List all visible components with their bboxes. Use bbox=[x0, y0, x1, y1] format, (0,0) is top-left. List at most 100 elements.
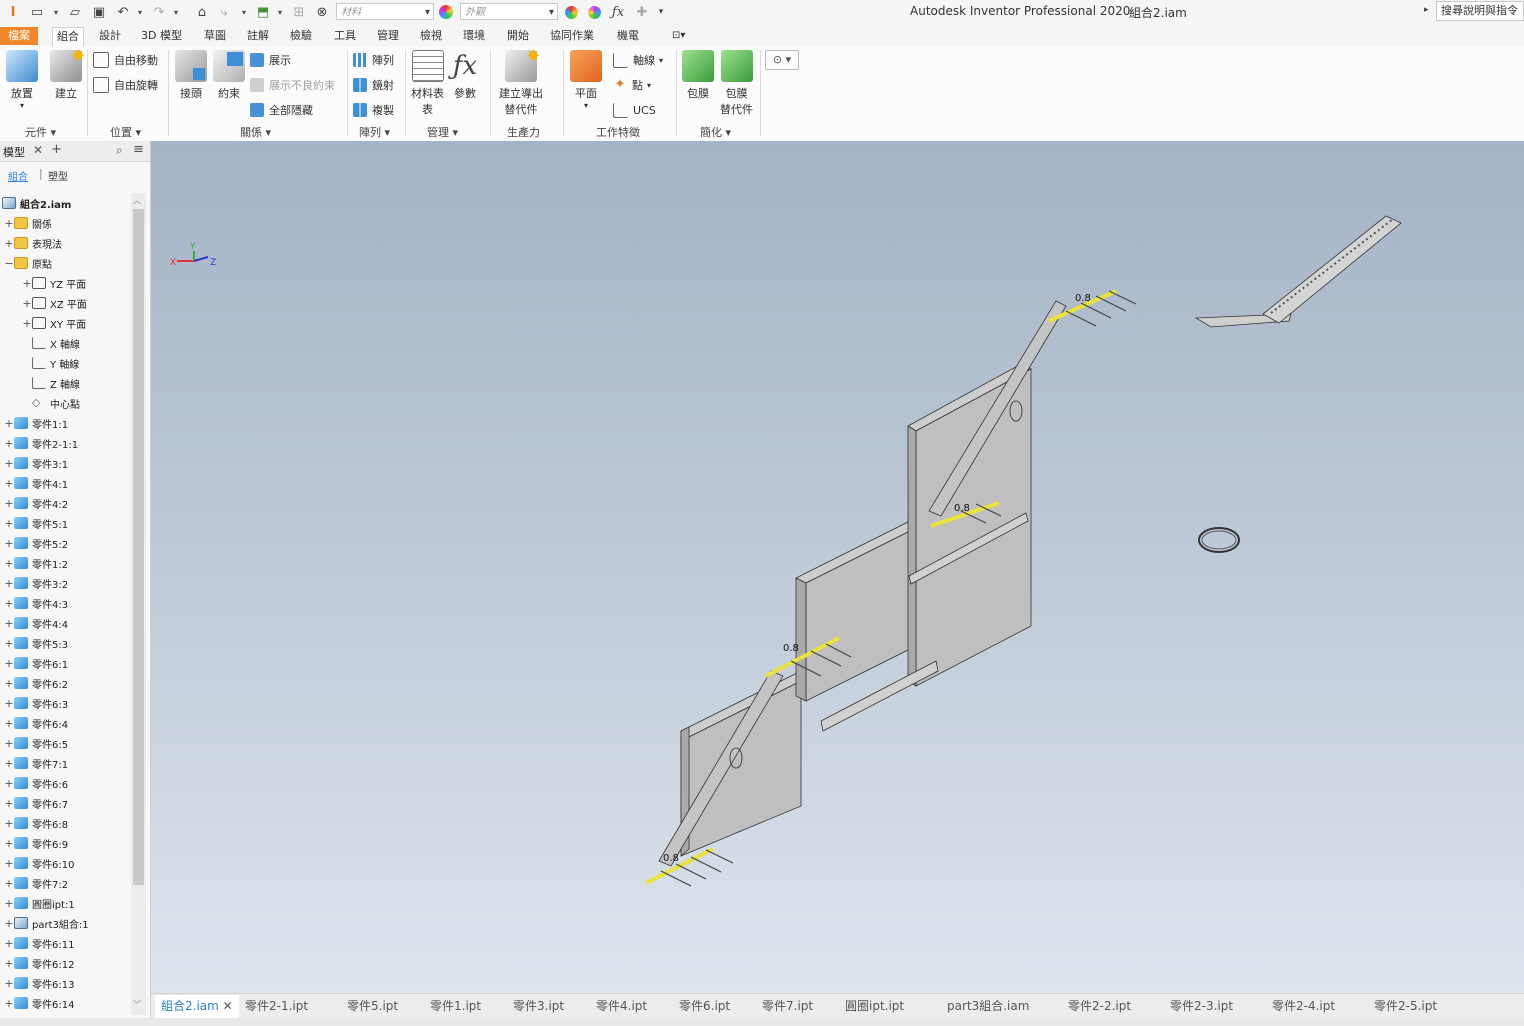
free-rotate-button[interactable]: 自由旋轉 bbox=[93, 75, 158, 95]
tree-item[interactable]: + XZ 平面 bbox=[22, 293, 87, 313]
tree-item[interactable]: Y 軸線 bbox=[22, 353, 79, 373]
expand-icon[interactable]: + bbox=[4, 537, 14, 550]
expand-icon[interactable]: + bbox=[4, 937, 14, 950]
document-tab[interactable]: 零件2-4.ipt bbox=[1266, 995, 1341, 1018]
expand-icon[interactable]: + bbox=[4, 757, 14, 770]
tab-get-started[interactable]: 開始 bbox=[505, 27, 531, 45]
expand-icon[interactable]: + bbox=[22, 317, 32, 330]
tree-item[interactable]: + 關係 bbox=[4, 213, 52, 233]
document-tab[interactable]: 零件3.ipt bbox=[507, 995, 570, 1018]
tree-item[interactable]: + 零件5:3 bbox=[4, 633, 68, 653]
create-substitute-button[interactable]: ✸ 建立導出 替代件 bbox=[499, 46, 543, 117]
document-tab[interactable]: part3組合.iam bbox=[941, 995, 1035, 1018]
tree-item[interactable]: + 零件3:2 bbox=[4, 573, 68, 593]
tree-item[interactable]: Z 軸線 bbox=[22, 373, 80, 393]
clear-appearance-icon[interactable] bbox=[585, 3, 603, 21]
show-sick-button[interactable]: 展示不良約束 bbox=[250, 75, 335, 95]
expand-icon[interactable]: + bbox=[4, 597, 14, 610]
document-tab[interactable]: 零件1.ipt bbox=[424, 995, 487, 1018]
close-icon[interactable]: ✕ bbox=[219, 999, 233, 1013]
tree-item[interactable]: + 零件6:11 bbox=[4, 933, 74, 953]
expand-icon[interactable]: + bbox=[4, 837, 14, 850]
tree-item[interactable]: − 原點 bbox=[4, 253, 52, 273]
plus-icon[interactable]: ✚ bbox=[634, 3, 650, 21]
tree-item[interactable]: ◇ 中心點 bbox=[22, 393, 80, 413]
expand-icon[interactable]: + bbox=[4, 437, 14, 450]
expand-icon[interactable]: + bbox=[4, 657, 14, 670]
document-tab[interactable]: 零件7.ipt bbox=[756, 995, 819, 1018]
redo-icon[interactable]: ↷ bbox=[150, 3, 168, 21]
help-search-input[interactable]: 搜尋說明與指令 bbox=[1436, 1, 1524, 21]
tab-annotate[interactable]: 註解 bbox=[245, 27, 271, 45]
tree-item[interactable]: + 零件1:1 bbox=[4, 413, 68, 433]
expand-icon[interactable]: + bbox=[22, 277, 32, 290]
appearance-combo[interactable]: 外觀 ▾ bbox=[460, 3, 558, 20]
panel-label-relationships[interactable]: 關係 ▾ bbox=[240, 124, 271, 140]
add-tab-icon[interactable]: + bbox=[51, 142, 62, 157]
expand-icon[interactable]: + bbox=[4, 997, 14, 1010]
browser-scrollbar[interactable]: ︿ ﹀ bbox=[131, 193, 146, 1015]
fx-icon[interactable]: ƒx bbox=[609, 3, 627, 21]
tree-item[interactable]: + 零件6:6 bbox=[4, 773, 68, 793]
expand-icon[interactable]: + bbox=[4, 617, 14, 630]
chevron-down-icon[interactable]: ▾ bbox=[274, 3, 286, 21]
expand-icon[interactable]: + bbox=[4, 557, 14, 570]
tree-item[interactable]: + 零件5:1 bbox=[4, 513, 68, 533]
panel-label-position[interactable]: 位置 ▾ bbox=[110, 124, 141, 140]
tree-item[interactable]: + 零件3:1 bbox=[4, 453, 68, 473]
tab-modeling-view[interactable]: 塑型 bbox=[48, 168, 68, 183]
view-triad[interactable]: X Y Z bbox=[170, 242, 216, 268]
update-icon[interactable]: ⬒ bbox=[254, 3, 272, 21]
close-icon[interactable]: ✕ bbox=[33, 143, 43, 157]
tree-item[interactable]: + 表現法 bbox=[4, 233, 62, 253]
document-tab[interactable]: 零件6.ipt bbox=[673, 995, 736, 1018]
parameters-button[interactable]: ƒx 參數 bbox=[449, 50, 481, 101]
save-icon[interactable]: ▣ bbox=[90, 3, 108, 21]
panel-label-pattern[interactable]: 陣列 ▾ bbox=[359, 124, 390, 140]
tree-item[interactable]: + 零件4:4 bbox=[4, 613, 68, 633]
chevron-down-icon[interactable]: ▾ bbox=[134, 3, 146, 21]
tree-item[interactable]: + 零件5:2 bbox=[4, 533, 68, 553]
expand-icon[interactable]: + bbox=[4, 677, 14, 690]
expand-icon[interactable]: + bbox=[4, 877, 14, 890]
plane-button[interactable]: 平面 ▾ bbox=[570, 50, 602, 110]
tree-item[interactable]: + 零件6:8 bbox=[4, 813, 68, 833]
tree-item[interactable]: + 零件6:3 bbox=[4, 693, 68, 713]
panel-label-simplification[interactable]: 簡化 ▾ bbox=[700, 124, 731, 140]
tree-item[interactable]: + 零件6:14 bbox=[4, 993, 74, 1013]
document-tab[interactable]: 零件2-2.ipt bbox=[1062, 995, 1137, 1018]
expand-icon[interactable]: + bbox=[4, 217, 14, 230]
select-icon[interactable]: ⤷ bbox=[215, 3, 233, 21]
tree-item[interactable]: + 零件6:9 bbox=[4, 833, 68, 853]
tree-item[interactable]: + part3組合:1 bbox=[4, 913, 88, 933]
tree-item[interactable]: + 零件2-1:1 bbox=[4, 433, 78, 453]
expand-icon[interactable]: + bbox=[4, 457, 14, 470]
tab-electromechanical[interactable]: 機電 bbox=[615, 27, 641, 45]
panel-label-component[interactable]: 元件 ▾ bbox=[25, 124, 56, 140]
tree-item[interactable]: + 零件6:4 bbox=[4, 713, 68, 733]
constrain-button[interactable]: 約束 bbox=[213, 50, 245, 101]
tree-item[interactable]: + 零件6:13 bbox=[4, 973, 74, 993]
tree-item[interactable]: + 零件7:1 bbox=[4, 753, 68, 773]
tab-manage[interactable]: 管理 bbox=[375, 27, 401, 45]
document-tab[interactable]: 零件5.ipt bbox=[341, 995, 404, 1018]
expand-icon[interactable]: + bbox=[4, 797, 14, 810]
appearance-color-icon[interactable] bbox=[437, 3, 455, 21]
chevron-down-icon[interactable]: ▾ bbox=[238, 3, 250, 21]
document-tab[interactable]: 零件4.ipt bbox=[590, 995, 653, 1018]
tab-assemble[interactable]: 組合 bbox=[52, 27, 84, 46]
inventor-logo-icon[interactable]: I bbox=[4, 3, 22, 21]
hide-all-button[interactable]: 全部隱藏 bbox=[250, 100, 313, 120]
graphics-viewport[interactable]: 0.8 0.8 0.8 0.8 X Y Z bbox=[151, 141, 1524, 993]
joint-button[interactable]: 接頭 bbox=[175, 50, 207, 101]
shrinkwrap-button[interactable]: 包膜 bbox=[682, 50, 714, 101]
axis-button[interactable]: 軸線 ▾ bbox=[613, 50, 663, 70]
expand-icon[interactable]: + bbox=[4, 477, 14, 490]
tab-collaborate[interactable]: 協同作業 bbox=[548, 27, 596, 45]
adjust-appearance-icon[interactable] bbox=[562, 3, 580, 21]
scrollbar-thumb[interactable] bbox=[133, 209, 144, 885]
expand-icon[interactable]: + bbox=[4, 417, 14, 430]
document-tab[interactable]: 組合2.iam ✕ bbox=[155, 995, 239, 1020]
create-button[interactable]: ✸ 建立 bbox=[50, 46, 85, 101]
show-button[interactable]: 展示 bbox=[250, 50, 291, 70]
